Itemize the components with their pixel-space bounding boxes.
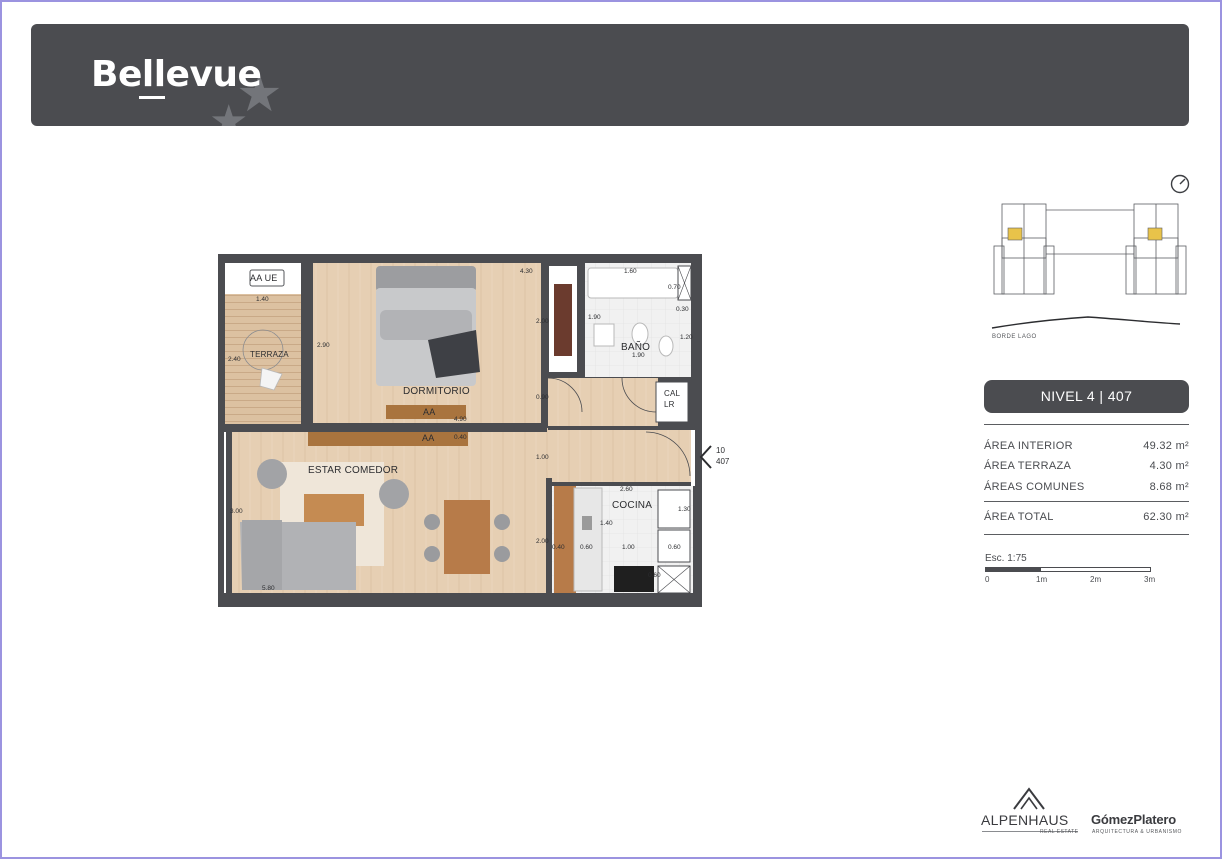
dim-terrace-w: 1.40 bbox=[256, 296, 269, 303]
dim-bath-w: 1.60 bbox=[624, 268, 637, 275]
scale-tick: 2m bbox=[1090, 575, 1102, 584]
scale-tick: 0 bbox=[985, 575, 990, 584]
floor-plan: AA UE TERRAZA DORMITORIO BAÑO ESTAR COME… bbox=[218, 254, 729, 612]
header-banner: ★ ★ Bellevue bbox=[31, 24, 1189, 126]
unit-title: NIVEL 4 | 407 bbox=[984, 380, 1189, 413]
total-area-row: ÁREA TOTAL 62.30 m² bbox=[984, 511, 1189, 525]
dim-living-w: 5.80 bbox=[262, 585, 275, 592]
dim-bed-side: 2.90 bbox=[317, 342, 330, 349]
dim-kitchen-f: 1.00 bbox=[622, 544, 635, 551]
total-area-value: 62.30 m² bbox=[1143, 511, 1189, 523]
divider-top bbox=[984, 424, 1189, 425]
fixture-heater: CAL LR bbox=[664, 389, 681, 409]
entry-marker-line2: 407 bbox=[716, 457, 730, 466]
total-area-label: ÁREA TOTAL bbox=[984, 511, 1054, 523]
scale-title: Esc. 1:75 bbox=[985, 553, 1027, 564]
dim-bath-e: 1.90 bbox=[632, 352, 645, 359]
dim-bath-c: 1.90 bbox=[588, 314, 601, 321]
alpenhaus-logo: ALPENHAUS bbox=[981, 812, 1069, 828]
dim-bath-a: 0.70 bbox=[668, 284, 681, 291]
room-label-bedroom: DORMITORIO bbox=[403, 386, 470, 397]
area-value: 49.32 m² bbox=[1143, 440, 1189, 452]
area-row: ÁREA INTERIOR 49.32 m² bbox=[984, 440, 1189, 454]
dim-kitchen-h: 0.60 bbox=[648, 572, 661, 579]
dim-living-ac: 0.40 bbox=[454, 434, 467, 441]
dim-terrace-h: 2.40 bbox=[228, 356, 241, 363]
entry-arrow-icon bbox=[699, 445, 712, 469]
dim-living-h: 3.00 bbox=[230, 508, 243, 515]
area-row: ÁREA TERRAZA 4.30 m² bbox=[984, 460, 1189, 474]
dim-bath-b: 0.30 bbox=[676, 306, 689, 313]
alpenhaus-tagline: REAL ESTATE bbox=[1040, 829, 1079, 835]
dim-bedroom-w: 4.90 bbox=[454, 416, 467, 423]
entry-marker-line1: 10 bbox=[716, 446, 725, 455]
dim-bed-top: 4.30 bbox=[520, 268, 533, 275]
area-value: 4.30 m² bbox=[1149, 460, 1189, 472]
area-row: ÁREAS COMUNES 8.68 m² bbox=[984, 481, 1189, 495]
scale-tick: 1m bbox=[1036, 575, 1048, 584]
gomezplatero-tagline: ARQUITECTURA & URBANISMO bbox=[1092, 829, 1182, 835]
gomezplatero-logo: GómezPlatero bbox=[1091, 812, 1177, 827]
room-label-living: ESTAR COMEDOR bbox=[308, 465, 399, 476]
logo-underline bbox=[139, 96, 165, 99]
fixture-ac-bedroom: AA bbox=[423, 407, 436, 417]
dim-kitchen-a: 1.40 bbox=[600, 520, 613, 527]
alpenhaus-mountain-icon bbox=[1013, 787, 1045, 810]
floor-plan-drawing bbox=[218, 254, 702, 607]
dim-bedroom-door: 0.90 bbox=[536, 394, 549, 401]
fixture-ac-outdoor: AA UE bbox=[250, 273, 278, 283]
bellevue-logo: Bellevue bbox=[91, 54, 262, 95]
dim-kitchen-g: 0.60 bbox=[668, 544, 681, 551]
room-label-terrace: TERRAZA bbox=[250, 350, 289, 359]
keyplan-label: BORDE LAGO bbox=[992, 334, 1037, 340]
dim-kitchen-w: 2.60 bbox=[620, 486, 633, 493]
dim-kitchen-c: 2.00 bbox=[536, 538, 549, 545]
room-label-kitchen: COCINA bbox=[612, 500, 653, 511]
dim-kitchen-e: 0.60 bbox=[580, 544, 593, 551]
star-decoration-icon: ★ bbox=[209, 97, 249, 127]
area-value: 8.68 m² bbox=[1149, 481, 1189, 493]
divider-bottom bbox=[984, 534, 1189, 535]
dim-closet-h: 2.00 bbox=[536, 318, 549, 325]
dim-bath-d: 1.20 bbox=[680, 334, 693, 341]
dim-kitchen-b: 1.30 bbox=[678, 506, 691, 513]
scale-bar bbox=[985, 567, 1151, 572]
area-label: ÁREAS COMUNES bbox=[984, 481, 1085, 493]
divider-mid bbox=[984, 501, 1189, 502]
fixture-ac-living: AA bbox=[422, 433, 435, 443]
keyplan-diagram bbox=[991, 203, 1187, 329]
dim-living-door: 1.00 bbox=[536, 454, 549, 461]
scale-tick: 3m bbox=[1144, 575, 1156, 584]
area-label: ÁREA INTERIOR bbox=[984, 440, 1073, 452]
dim-kitchen-d: 0.40 bbox=[552, 544, 565, 551]
area-label: ÁREA TERRAZA bbox=[984, 460, 1072, 472]
